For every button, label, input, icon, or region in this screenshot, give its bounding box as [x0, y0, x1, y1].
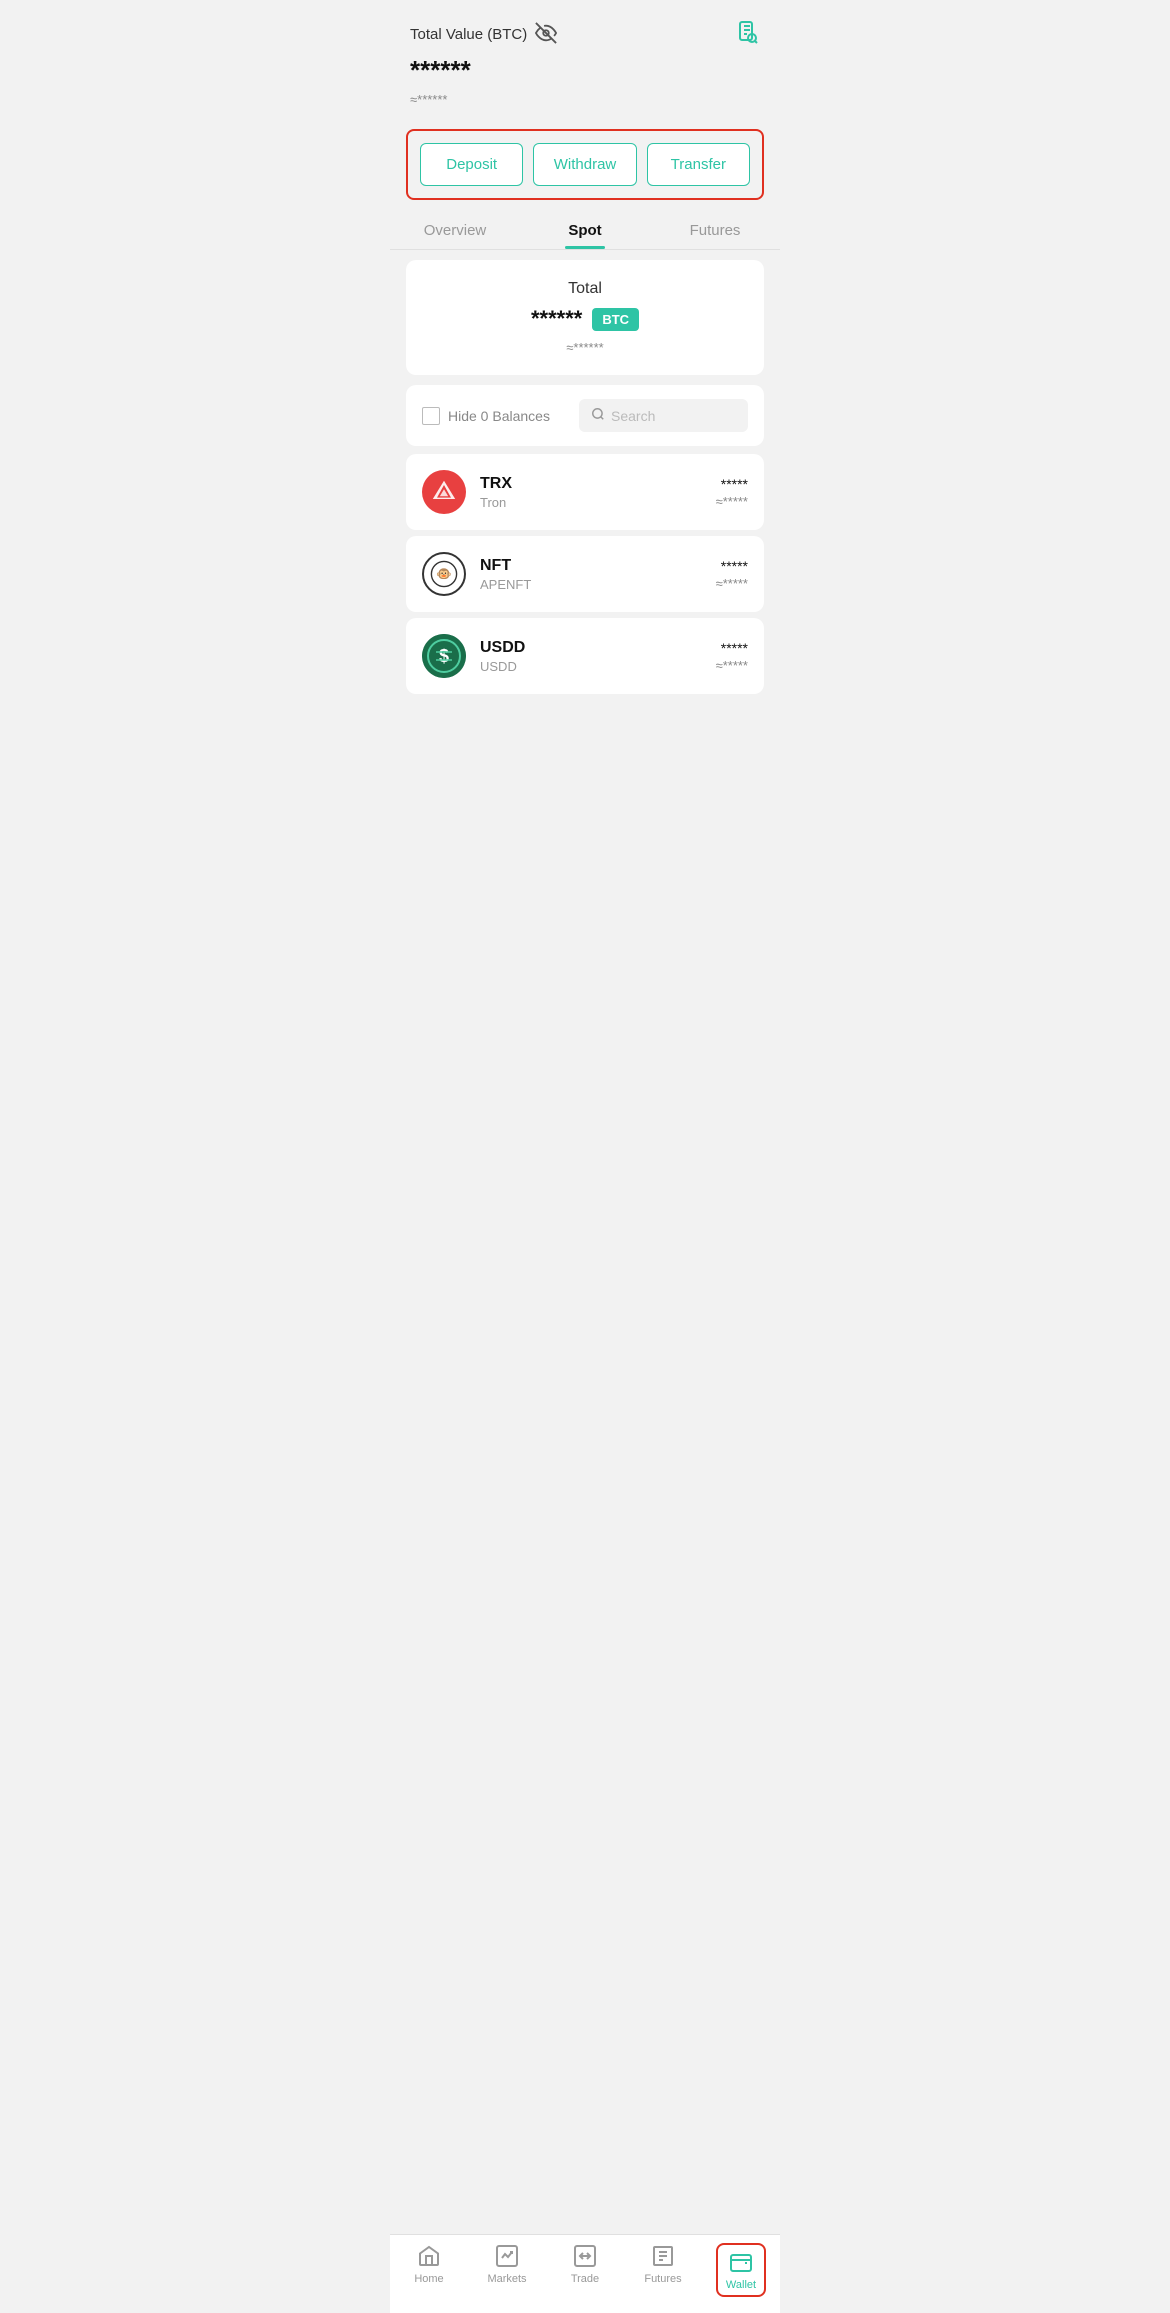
- spot-total-section: Total ****** BTC ≈******: [406, 260, 764, 375]
- wallet-header: Total Value (BTC): [390, 0, 780, 117]
- markets-icon: [494, 2243, 520, 2269]
- home-icon: [416, 2243, 442, 2269]
- nav-markets[interactable]: Markets: [468, 2243, 546, 2297]
- action-buttons-wrapper: Deposit Withdraw Transfer: [406, 129, 764, 200]
- wallet-icon: [728, 2249, 754, 2275]
- search-icon: [591, 407, 605, 424]
- tab-overview[interactable]: Overview: [390, 222, 520, 249]
- total-value-row: Total Value (BTC): [410, 20, 760, 49]
- total-amount: ******: [531, 306, 582, 332]
- futures-icon: [650, 2243, 676, 2269]
- total-approx: ≈******: [426, 340, 744, 355]
- asset-list: TRX Tron ***** ≈***** 🐵 NFT APENFT *****: [390, 454, 780, 694]
- usdd-approx: ≈*****: [716, 658, 748, 673]
- filter-row: Hide 0 Balances Search: [406, 385, 764, 446]
- total-value-label: Total Value (BTC): [410, 22, 557, 48]
- trx-name: Tron: [480, 495, 702, 510]
- nft-balance: *****: [716, 558, 748, 574]
- wallet-label: Wallet: [726, 2279, 756, 2291]
- futures-label: Futures: [644, 2273, 681, 2285]
- trade-label: Trade: [571, 2273, 599, 2285]
- usdd-symbol: USDD: [480, 639, 702, 657]
- trx-balance: *****: [716, 476, 748, 492]
- withdraw-button[interactable]: Withdraw: [533, 143, 636, 186]
- usdd-amounts: ***** ≈*****: [716, 640, 748, 673]
- tab-futures[interactable]: Futures: [650, 222, 780, 249]
- nft-amounts: ***** ≈*****: [716, 558, 748, 591]
- nft-logo: 🐵: [422, 552, 466, 596]
- nft-symbol: NFT: [480, 557, 702, 575]
- asset-item-usdd[interactable]: $ USDD USDD ***** ≈*****: [406, 618, 764, 694]
- usdd-info: USDD USDD: [480, 639, 702, 674]
- search-box[interactable]: Search: [579, 399, 748, 432]
- total-amount-row: ****** BTC: [426, 306, 744, 332]
- transfer-button[interactable]: Transfer: [647, 143, 750, 186]
- tab-spot[interactable]: Spot: [520, 222, 650, 249]
- hide-zero-label: Hide 0 Balances: [448, 408, 550, 424]
- usdd-balance: *****: [716, 640, 748, 656]
- svg-text:🐵: 🐵: [436, 567, 452, 581]
- nav-futures[interactable]: Futures: [624, 2243, 702, 2297]
- markets-label: Markets: [487, 2273, 526, 2285]
- usdd-logo: $: [422, 634, 466, 678]
- trx-symbol: TRX: [480, 475, 702, 493]
- btc-value: ******: [410, 55, 760, 86]
- nft-approx: ≈*****: [716, 576, 748, 591]
- nav-home[interactable]: Home: [390, 2243, 468, 2297]
- search-placeholder: Search: [611, 408, 655, 424]
- nft-name: APENFT: [480, 577, 702, 592]
- report-icon[interactable]: [736, 20, 760, 49]
- wallet-tabs: Overview Spot Futures: [390, 212, 780, 250]
- hide-zero-checkbox[interactable]: [422, 407, 440, 425]
- action-buttons: Deposit Withdraw Transfer: [420, 143, 750, 186]
- trade-icon: [572, 2243, 598, 2269]
- usdd-name: USDD: [480, 659, 702, 674]
- eye-slash-icon[interactable]: [535, 22, 557, 48]
- trx-amounts: ***** ≈*****: [716, 476, 748, 509]
- approx-value: ≈******: [410, 92, 760, 107]
- nft-info: NFT APENFT: [480, 557, 702, 592]
- svg-text:$: $: [439, 646, 449, 666]
- hide-zero-checkbox-label[interactable]: Hide 0 Balances: [422, 407, 567, 425]
- bottom-nav: Home Markets Trade: [390, 2234, 780, 2313]
- asset-item-nft[interactable]: 🐵 NFT APENFT ***** ≈*****: [406, 536, 764, 612]
- nav-wallet[interactable]: Wallet: [702, 2243, 780, 2297]
- nav-trade[interactable]: Trade: [546, 2243, 624, 2297]
- home-label: Home: [414, 2273, 443, 2285]
- deposit-button[interactable]: Deposit: [420, 143, 523, 186]
- asset-item-trx[interactable]: TRX Tron ***** ≈*****: [406, 454, 764, 530]
- trx-info: TRX Tron: [480, 475, 702, 510]
- btc-badge: BTC: [592, 308, 639, 331]
- wallet-active-box: Wallet: [716, 2243, 766, 2297]
- spot-total-label: Total: [426, 280, 744, 298]
- total-value-text: Total Value (BTC): [410, 26, 527, 43]
- trx-logo: [422, 470, 466, 514]
- trx-approx: ≈*****: [716, 494, 748, 509]
